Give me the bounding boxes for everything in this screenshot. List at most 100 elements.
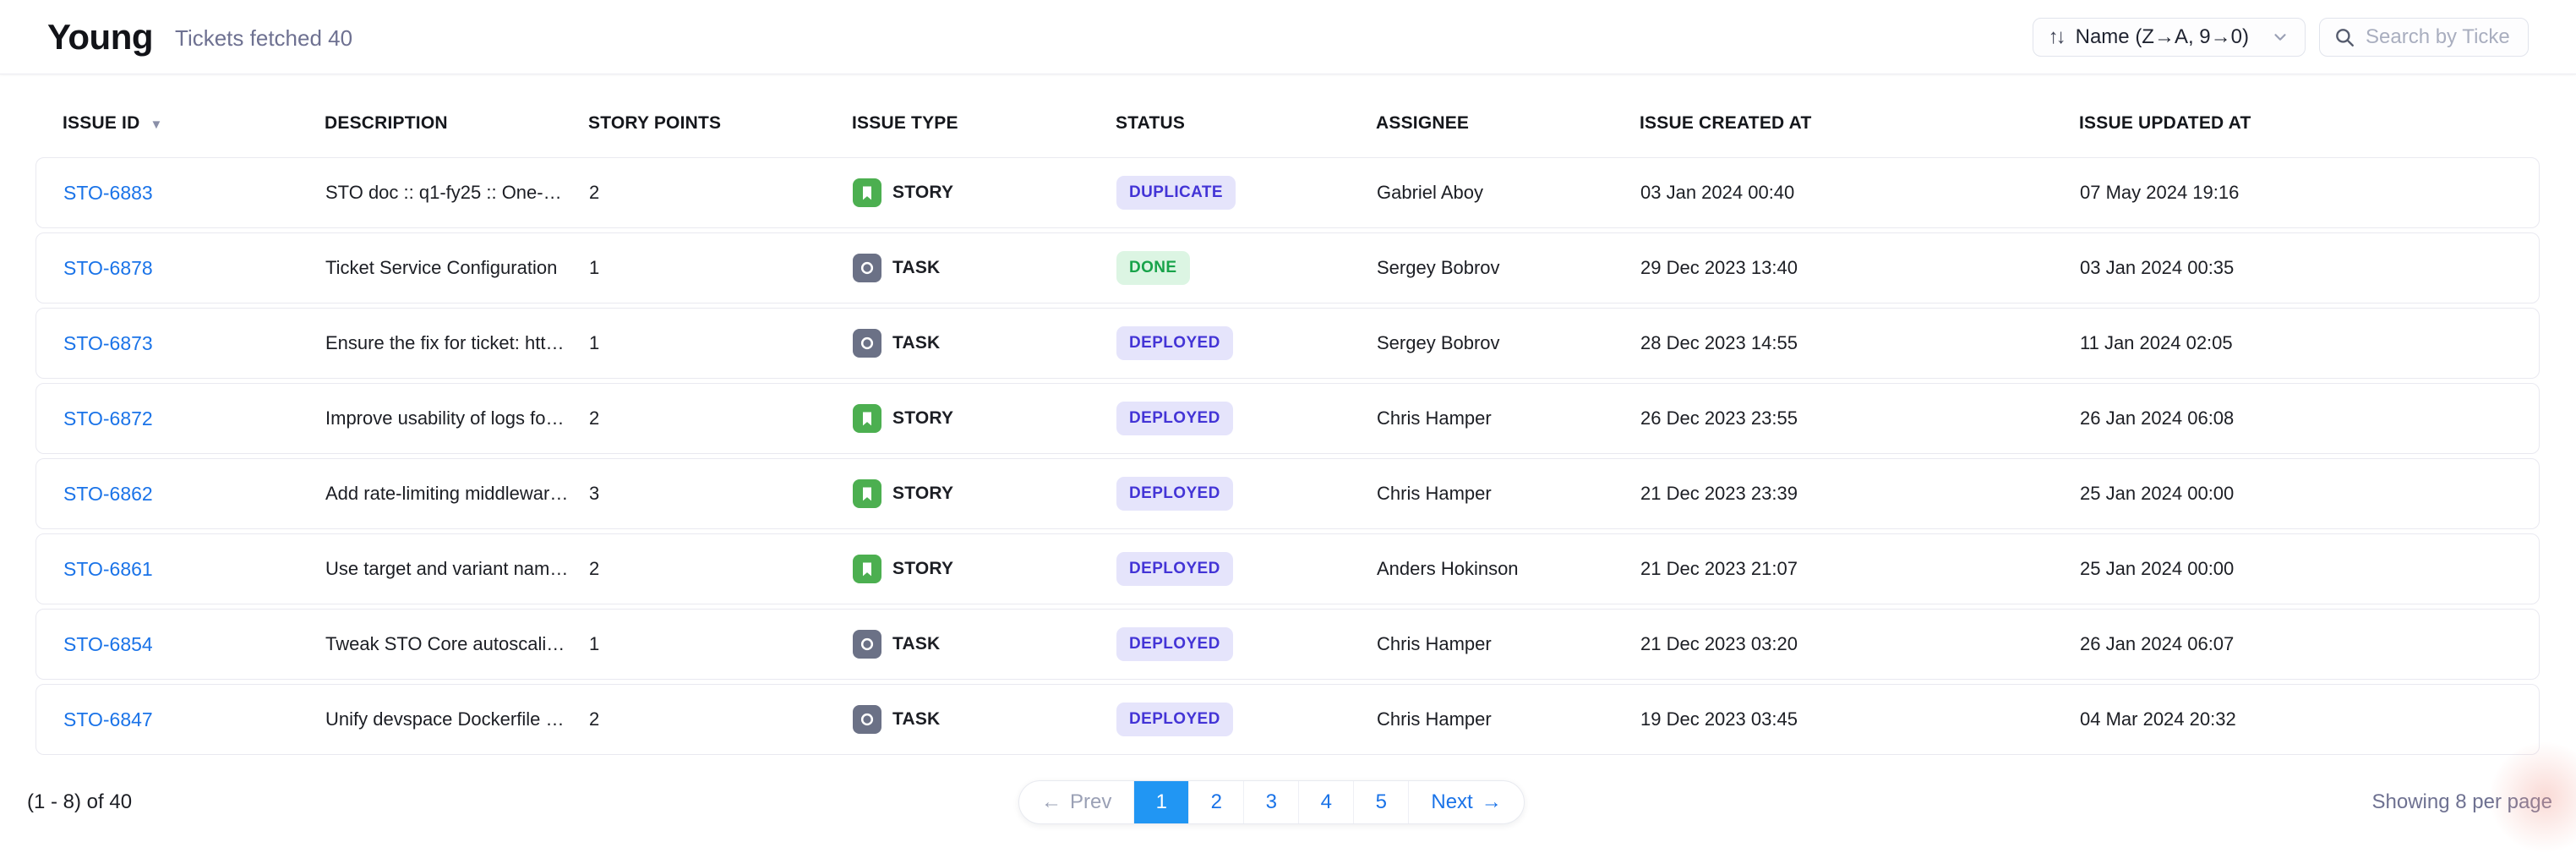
table-row[interactable]: STO-6847 Unify devspace Dockerfile build… <box>35 684 2540 755</box>
issue-type-label: STORY <box>892 559 953 579</box>
issue-type-cell: STORY <box>853 178 1116 207</box>
page-title: Young <box>47 17 153 57</box>
story-points-value: 2 <box>589 182 853 204</box>
arrow-right-icon: → <box>1482 790 1502 814</box>
issue-description: Unify devspace Dockerfile build <box>325 708 589 730</box>
column-header-issue-created-at: ISSUE CREATED AT <box>1640 113 2079 134</box>
table-row[interactable]: STO-6854 Tweak STO Core autoscaling par.… <box>35 609 2540 680</box>
issue-updated-at: 25 Jan 2024 00:00 <box>2080 483 2512 505</box>
issue-created-at: 21 Dec 2023 03:20 <box>1640 633 2080 655</box>
status-badge: DEPLOYED <box>1116 477 1233 511</box>
issue-created-at: 21 Dec 2023 23:39 <box>1640 483 2080 505</box>
column-header-assignee: ASSIGNEE <box>1376 113 1640 134</box>
issue-created-at: 19 Dec 2023 03:45 <box>1640 708 2080 730</box>
issue-type-icon <box>853 254 881 282</box>
issue-updated-at: 11 Jan 2024 02:05 <box>2080 332 2512 354</box>
page-button-4[interactable]: 4 <box>1298 781 1353 823</box>
page-button-1[interactable]: 1 <box>1133 781 1188 823</box>
issue-description: Ticket Service Configuration <box>325 257 589 279</box>
issue-description: Add rate-limiting middleware to S... <box>325 483 589 505</box>
assignee-name: Gabriel Aboy <box>1377 182 1640 204</box>
issue-type-cell: TASK <box>853 630 1116 659</box>
issue-description: Improve usability of logs for failur... <box>325 407 589 429</box>
issue-updated-at: 03 Jan 2024 00:35 <box>2080 257 2512 279</box>
prev-page-button[interactable]: ← Prev <box>1019 781 1133 823</box>
table-row[interactable]: STO-6873 Ensure the fix for ticket: http… <box>35 308 2540 379</box>
issue-id-link[interactable]: STO-6854 <box>63 633 153 655</box>
next-page-button[interactable]: Next → <box>1408 781 1523 823</box>
assignee-name: Chris Hamper <box>1377 407 1640 429</box>
story-points-value: 1 <box>589 633 853 655</box>
issue-id-link[interactable]: STO-6883 <box>63 182 153 204</box>
issue-type-label: TASK <box>892 709 940 730</box>
column-header-issue-updated-at: ISSUE UPDATED AT <box>2079 113 2513 134</box>
issue-type-label: STORY <box>892 183 953 203</box>
ticket-table-body: STO-6883 STO doc :: q1-fy25 :: One-click… <box>35 157 2540 755</box>
search-input[interactable] <box>2366 25 2509 49</box>
issue-id-link[interactable]: STO-6847 <box>63 708 153 730</box>
column-header-issue-id[interactable]: ISSUE ID ▼ <box>63 113 325 134</box>
story-points-value: 3 <box>589 483 853 505</box>
issue-updated-at: 26 Jan 2024 06:08 <box>2080 407 2512 429</box>
assignee-name: Chris Hamper <box>1377 633 1640 655</box>
issue-updated-at: 04 Mar 2024 20:32 <box>2080 708 2512 730</box>
assignee-name: Chris Hamper <box>1377 483 1640 505</box>
issue-id-link[interactable]: STO-6872 <box>63 407 153 429</box>
top-header-bar: Young Tickets fetched 40 ↑↓ Name (Z→A, 9… <box>0 0 2576 74</box>
issue-type-cell: STORY <box>853 555 1116 583</box>
table-row[interactable]: STO-6862 Add rate-limiting middleware to… <box>35 458 2540 529</box>
issue-id-link[interactable]: STO-6878 <box>63 257 153 279</box>
issue-updated-at: 25 Jan 2024 00:00 <box>2080 558 2512 580</box>
table-footer: (1 - 8) of 40 ← Prev 1 2 3 4 5 Next → Sh… <box>0 779 2576 826</box>
issue-type-cell: STORY <box>853 404 1116 433</box>
page-button-2[interactable]: 2 <box>1188 781 1243 823</box>
issue-id-link[interactable]: STO-6873 <box>63 332 153 354</box>
status-badge: DUPLICATE <box>1116 176 1236 210</box>
issue-description: Tweak STO Core autoscaling par... <box>325 633 589 655</box>
page-button-5[interactable]: 5 <box>1353 781 1408 823</box>
sort-selected-value: Name (Z→A, 9→0) <box>2076 25 2249 49</box>
issue-type-label: STORY <box>892 484 953 504</box>
story-points-value: 1 <box>589 332 853 354</box>
issue-type-label: STORY <box>892 408 953 429</box>
table-row[interactable]: STO-6883 STO doc :: q1-fy25 :: One-click… <box>35 157 2540 228</box>
issue-description: Use target and variant name sear... <box>325 558 589 580</box>
page-button-3[interactable]: 3 <box>1243 781 1298 823</box>
story-points-value: 1 <box>589 257 853 279</box>
issue-created-at: 21 Dec 2023 21:07 <box>1640 558 2080 580</box>
issue-created-at: 29 Dec 2023 13:40 <box>1640 257 2080 279</box>
issue-type-icon <box>853 479 881 508</box>
search-container <box>2319 18 2529 57</box>
table-row[interactable]: STO-6878 Ticket Service Configuration 1 … <box>35 232 2540 303</box>
column-header-story-points: STORY POINTS <box>588 113 852 134</box>
issue-type-icon <box>853 329 881 358</box>
chevron-down-icon <box>2259 28 2289 46</box>
issue-type-cell: TASK <box>853 254 1116 282</box>
issue-id-link[interactable]: STO-6861 <box>63 558 153 580</box>
sort-descending-icon: ▼ <box>150 118 162 132</box>
search-icon <box>2333 26 2355 48</box>
issue-updated-at: 07 May 2024 19:16 <box>2080 182 2512 204</box>
issue-type-icon <box>853 705 881 734</box>
assignee-name: Chris Hamper <box>1377 708 1640 730</box>
assignee-name: Sergey Bobrov <box>1377 332 1640 354</box>
issue-created-at: 26 Dec 2023 23:55 <box>1640 407 2080 429</box>
column-header-description: DESCRIPTION <box>325 113 588 134</box>
issue-created-at: 28 Dec 2023 14:55 <box>1640 332 2080 354</box>
pagination: ← Prev 1 2 3 4 5 Next → <box>1018 780 1525 824</box>
assignee-name: Sergey Bobrov <box>1377 257 1640 279</box>
tickets-fetched-label: Tickets fetched 40 <box>175 25 352 52</box>
issue-type-label: TASK <box>892 634 940 654</box>
column-header-issue-type: ISSUE TYPE <box>852 113 1116 134</box>
table-row[interactable]: STO-6861 Use target and variant name sea… <box>35 533 2540 604</box>
table-row[interactable]: STO-6872 Improve usability of logs for f… <box>35 383 2540 454</box>
status-badge: DEPLOYED <box>1116 402 1233 435</box>
issue-type-icon <box>853 630 881 659</box>
status-badge: DONE <box>1116 251 1190 285</box>
issue-description: Ensure the fix for ticket: https://h... <box>325 332 589 354</box>
issue-created-at: 03 Jan 2024 00:40 <box>1640 182 2080 204</box>
issue-type-icon <box>853 404 881 433</box>
issue-id-link[interactable]: STO-6862 <box>63 483 153 505</box>
sort-dropdown[interactable]: ↑↓ Name (Z→A, 9→0) <box>2033 18 2306 57</box>
column-header-status: STATUS <box>1116 113 1376 134</box>
